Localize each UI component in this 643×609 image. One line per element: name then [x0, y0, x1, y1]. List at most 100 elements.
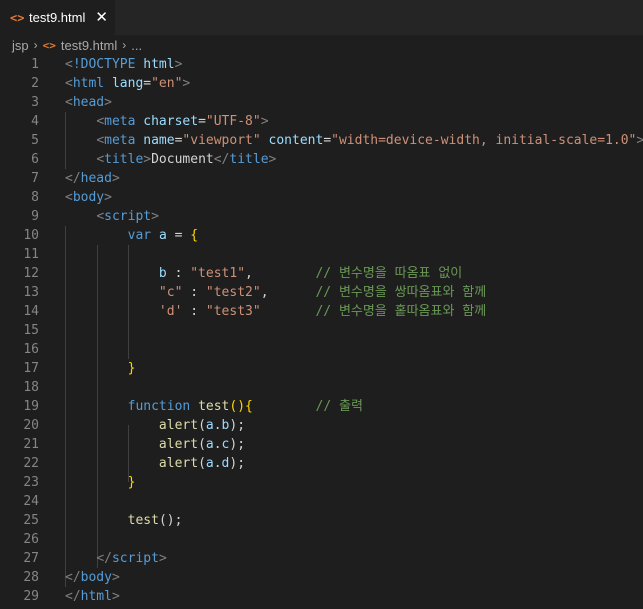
line-number: 14 — [23, 304, 39, 319]
code-token: { — [190, 228, 199, 243]
code-line[interactable]: 8 <body> — [0, 188, 643, 207]
code-token: . — [213, 418, 222, 433]
line-number: 18 — [23, 380, 39, 395]
code-token: a — [205, 418, 214, 433]
line-number: 24 — [23, 494, 39, 509]
code-text: b : "test1", // 변수명을 따옴표 없이 — [65, 264, 462, 283]
code-token: var — [127, 228, 159, 243]
code-token: // 변수명을 따옴표 없이 — [315, 266, 463, 281]
code-line[interactable]: 20 alert(a.b); — [0, 416, 643, 435]
code-token: ( — [198, 456, 206, 471]
code-token: "viewport" — [182, 133, 269, 148]
line-number: 21 — [23, 437, 39, 452]
code-token: : — [182, 285, 206, 300]
code-token: function — [127, 399, 199, 414]
code-line[interactable]: 17 } — [0, 359, 643, 378]
code-line[interactable]: 5 <meta name="viewport" content="width=d… — [0, 131, 643, 150]
code-line[interactable]: 27 </script> — [0, 549, 643, 568]
code-text: <body> — [65, 188, 112, 207]
code-token: < — [65, 95, 73, 110]
code-line[interactable]: 3 <head> — [0, 93, 643, 112]
code-line[interactable]: 10 var a = { — [0, 226, 643, 245]
code-token: </ — [96, 551, 112, 566]
code-line[interactable]: 21 alert(a.c); — [0, 435, 643, 454]
code-token: = — [198, 114, 206, 129]
code-line[interactable]: 18 — [0, 378, 643, 397]
code-token: a — [158, 228, 167, 243]
code-line[interactable]: 4 <meta charset="UTF-8"> — [0, 112, 643, 131]
breadcrumb-more[interactable]: ... — [131, 38, 142, 53]
code-line[interactable]: 2 <html lang="en"> — [0, 74, 643, 93]
code-token: alert — [158, 437, 199, 452]
code-text: </body> — [65, 568, 120, 587]
code-text: <title>Document</title> — [65, 150, 276, 169]
code-token: < — [65, 76, 73, 91]
code-line[interactable]: 12 b : "test1", // 변수명을 따옴표 없이 — [0, 264, 643, 283]
code-token: html — [80, 589, 112, 604]
code-token: alert — [158, 418, 199, 433]
line-number: 2 — [31, 76, 39, 91]
tab-bar: <> test9.html ✕ — [0, 0, 643, 35]
breadcrumb: jsp › <> test9.html › ... — [0, 35, 643, 55]
code-line[interactable]: 7 </head> — [0, 169, 643, 188]
code-token: "width=device-width, initial-scale=1.0" — [331, 133, 637, 148]
code-line[interactable]: 29 </html> — [0, 587, 643, 606]
code-token: > — [111, 570, 120, 585]
code-token: . — [213, 456, 222, 471]
code-line[interactable]: 22 alert(a.d); — [0, 454, 643, 473]
code-token: > — [260, 114, 269, 129]
line-number: 4 — [31, 114, 39, 129]
code-token: head — [72, 95, 105, 110]
code-token: } — [127, 475, 136, 490]
code-line[interactable]: 26 — [0, 530, 643, 549]
code-token: > — [151, 209, 159, 224]
code-token: > — [636, 133, 643, 148]
code-line[interactable]: 9 <script> — [0, 207, 643, 226]
close-icon[interactable]: ✕ — [95, 10, 108, 25]
html-file-icon: <> — [10, 10, 25, 25]
code-line[interactable]: 24 — [0, 492, 643, 511]
code-line[interactable]: 6 <title>Document</title> — [0, 150, 643, 169]
code-text: alert(a.d); — [65, 454, 245, 473]
code-token: , — [260, 285, 316, 300]
code-token: name — [143, 133, 175, 148]
breadcrumb-file[interactable]: test9.html — [61, 38, 117, 53]
code-token: ); — [229, 418, 246, 433]
line-number: 1 — [31, 57, 39, 72]
editor-tab-test9[interactable]: <> test9.html ✕ — [0, 0, 115, 35]
code-line[interactable]: 15 — [0, 321, 643, 340]
code-token: b — [158, 266, 167, 281]
code-token: </ — [65, 171, 81, 186]
breadcrumb-folder[interactable]: jsp — [12, 38, 29, 53]
code-line[interactable]: 25 test(); — [0, 511, 643, 530]
code-line[interactable]: 1 <!DOCTYPE html> — [0, 55, 643, 74]
line-number: 16 — [23, 342, 39, 357]
code-line[interactable]: 14 'd' : "test3" // 변수명을 홑따옴표와 함께 — [0, 302, 643, 321]
code-token: < — [96, 209, 105, 224]
code-line[interactable]: 19 function test(){ // 출력 — [0, 397, 643, 416]
code-line[interactable]: 28 </body> — [0, 568, 643, 587]
code-token: "test3" — [205, 304, 261, 319]
code-editor[interactable]: 1 <!DOCTYPE html> 2 <html lang="en"> 3 <head>… — [0, 55, 643, 609]
code-text: } — [65, 473, 136, 492]
code-token: () — [229, 399, 246, 414]
code-line[interactable]: 13 "c" : "test2", // 변수명을 쌍따옴표와 함께 — [0, 283, 643, 302]
line-number: 7 — [31, 171, 39, 186]
code-token: 'd' — [158, 304, 183, 319]
line-number: 19 — [23, 399, 39, 414]
line-number: 23 — [23, 475, 39, 490]
code-line[interactable]: 11 — [0, 245, 643, 264]
code-line[interactable]: 23 } — [0, 473, 643, 492]
code-token: < — [96, 114, 105, 129]
code-text: alert(a.c); — [65, 435, 245, 454]
code-line[interactable]: 16 — [0, 340, 643, 359]
line-number: 26 — [23, 532, 39, 547]
code-text: <head> — [65, 93, 112, 112]
code-text: <meta name="viewport" content="width=dev… — [65, 131, 643, 150]
